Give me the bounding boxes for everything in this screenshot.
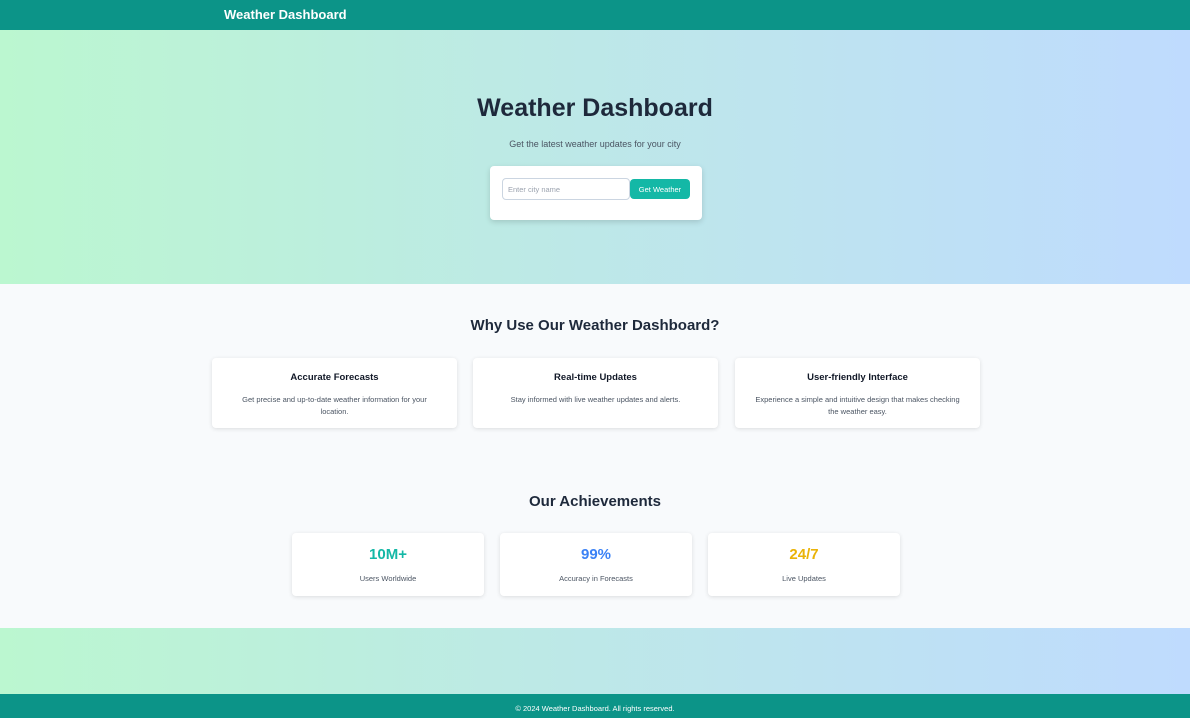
feature-description: Stay informed with live weather updates …	[510, 395, 681, 404]
hero-subtitle: Get the latest weather updates for your …	[509, 139, 681, 149]
footer-copyright: © 2024 Weather Dashboard. All rights res…	[515, 704, 675, 713]
feature-title: Real-time Updates	[554, 372, 637, 383]
feature-card-accurate-forecasts: Accurate Forecasts Get precise and up-to…	[212, 358, 457, 428]
stat-card-users: 10M+ Users Worldwide	[292, 533, 484, 596]
top-navbar: Weather Dashboard	[0, 0, 1190, 30]
features-heading: Why Use Our Weather Dashboard?	[470, 317, 720, 334]
achievements-heading: Our Achievements	[529, 493, 661, 510]
feature-description: Get precise and up-to-date weather infor…	[242, 395, 427, 416]
search-card: Get Weather	[490, 166, 702, 220]
footer: © 2024 Weather Dashboard. All rights res…	[0, 694, 1190, 718]
feature-title: User-friendly Interface	[807, 372, 908, 383]
hero-title: Weather Dashboard	[477, 94, 713, 122]
stat-label: Users Worldwide	[359, 574, 417, 583]
feature-card-user-friendly-interface: User-friendly Interface Experience a sim…	[735, 358, 980, 428]
city-input[interactable]	[502, 178, 630, 200]
get-weather-button[interactable]: Get Weather	[630, 179, 690, 199]
stat-value: 24/7	[789, 546, 819, 563]
brand-title[interactable]: Weather Dashboard	[224, 7, 347, 22]
stat-label: Live Updates	[782, 574, 826, 583]
hero-section: Weather Dashboard Get the latest weather…	[0, 30, 1190, 284]
stat-value: 10M+	[369, 546, 407, 563]
feature-title: Accurate Forecasts	[290, 372, 379, 383]
stat-label: Accuracy in Forecasts	[559, 574, 633, 583]
feature-card-real-time-updates: Real-time Updates Stay informed with liv…	[473, 358, 718, 428]
feature-description: Experience a simple and intuitive design…	[755, 395, 960, 416]
stat-card-accuracy: 99% Accuracy in Forecasts	[500, 533, 692, 596]
bottom-gradient-band	[0, 628, 1190, 694]
stat-value: 99%	[580, 546, 612, 563]
stat-card-live-updates: 24/7 Live Updates	[708, 533, 900, 596]
